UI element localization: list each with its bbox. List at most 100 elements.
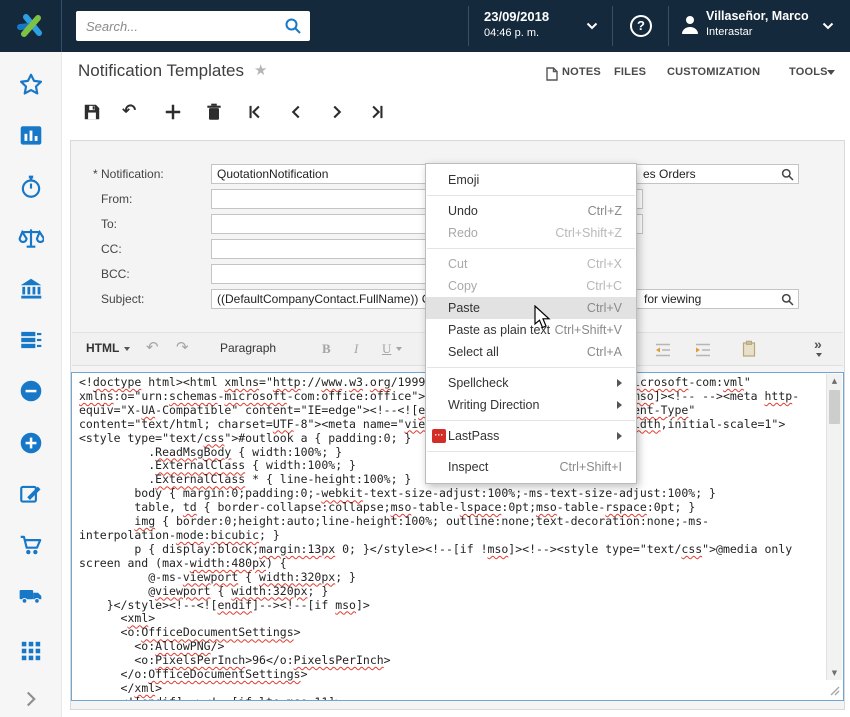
italic-button[interactable]: I [354,341,358,357]
topbar-separator [468,6,469,46]
code-line: <![endif]--><!--[if lte mso 11]> [79,696,820,700]
underline-button[interactable]: U [382,341,391,357]
topbar-separator [612,6,613,46]
customization-link[interactable]: CUSTOMIZATION [667,66,760,78]
editor-redo-button[interactable]: ↷ [176,338,189,356]
code-line: @-ms-viewport { width:320px; } [79,571,820,585]
lookup-icon[interactable] [781,293,794,306]
submenu-arrow-icon [617,432,622,440]
global-search-input[interactable]: Search... [76,11,310,41]
lastpass-icon: ··· [432,429,446,443]
expand-chevron-icon[interactable] [18,686,44,712]
code-line: body { margin:0;padding:0;-webkit-text-s… [79,487,820,501]
menu-item-redo[interactable]: RedoCtrl+Shift+Z [426,222,636,244]
scroll-down-icon[interactable]: ▼ [827,666,842,680]
notes-link[interactable]: NOTES [562,66,601,78]
editor-scrollbar[interactable]: ▲ ▼ [826,374,842,680]
submenu-arrow-icon [617,379,622,387]
clipboard-paste-icon[interactable] [740,340,758,358]
last-record-button[interactable] [367,102,387,122]
menu-item-label: Redo [448,222,478,244]
user-company: Interastar [706,26,752,38]
menu-item-select-all[interactable]: Select allCtrl+A [426,341,636,363]
subject-label: Subject: [101,292,144,306]
menu-item-inspect[interactable]: InspectCtrl+Shift+I [426,456,636,478]
menu-item-label: Writing Direction [448,394,539,416]
menu-item-lastpass[interactable]: ···LastPass [426,425,636,447]
mouse-cursor [534,305,552,331]
menu-item-label: Select all [448,341,499,363]
date-chevron-down-icon[interactable] [586,22,598,30]
menu-item-label: Cut [448,253,467,275]
delivery-truck-icon[interactable] [18,583,44,609]
increase-indent-icon[interactable] [694,341,712,359]
menu-item-emoji[interactable]: Emoji [426,169,636,191]
menu-shortcut: Ctrl+V [587,297,622,319]
editor-mode-chevron-down-icon [124,347,130,351]
save-button[interactable] [82,102,102,122]
screen-lookup-value: es Orders [643,167,696,181]
textarea-resize-grip[interactable] [828,684,840,696]
scrollbar-thumb[interactable] [829,390,840,424]
decrease-indent-icon[interactable] [654,341,672,359]
menu-item-copy[interactable]: CopyCtrl+C [426,275,636,297]
menu-item-label: Copy [448,275,477,297]
undo-button[interactable]: ↶ [122,102,142,122]
paragraph-style-dropdown[interactable]: Paragraph [220,341,276,355]
previous-record-button[interactable] [286,102,306,122]
first-record-button[interactable] [245,102,265,122]
user-icon[interactable] [680,14,700,36]
menu-item-cut[interactable]: CutCtrl+X [426,253,636,275]
add-record-button[interactable] [163,102,183,122]
code-line: <o:OfficeDocumentSettings> [79,626,820,640]
menu-item-spellcheck[interactable]: Spellcheck [426,372,636,394]
time-stopwatch-icon[interactable] [18,174,44,200]
user-chevron-down-icon[interactable] [822,22,834,30]
code-line: </xml> [79,682,820,696]
menu-item-label: Emoji [448,169,479,191]
notes-icon[interactable] [546,67,558,81]
browser-context-menu: Emoji UndoCtrl+ZRedoCtrl+Shift+Z CutCtrl+X… [425,163,637,484]
lookup-icon[interactable] [781,168,794,181]
bank-icon[interactable] [18,276,44,302]
user-name[interactable]: Villaseñor, Marco [706,9,809,23]
help-icon[interactable]: ? [630,15,652,37]
plus-circle-icon[interactable] [18,430,44,456]
dashboards-icon[interactable] [18,123,44,149]
menu-separator [427,195,635,196]
next-record-button[interactable] [327,102,347,122]
current-date[interactable]: 23/09/2018 [484,9,549,24]
app-logo[interactable] [0,0,62,52]
menu-item-writing-direction[interactable]: Writing Direction [426,394,636,416]
search-icon[interactable] [284,17,302,35]
menu-item-paste[interactable]: PasteCtrl+V [426,297,636,319]
tools-link[interactable]: TOOLS [789,66,828,78]
current-time[interactable]: 04:46 p. m. [484,27,539,39]
code-line: p { display:block;margin:13px 0; }</styl… [79,543,820,557]
menu-shortcut: Ctrl+Shift+I [559,456,622,478]
compose-edit-icon[interactable] [18,481,44,507]
underline-chevron-down-icon [396,347,402,351]
scroll-up-icon[interactable]: ▲ [827,374,842,388]
favorite-toggle-star-icon[interactable]: ★ [254,61,267,79]
subject-value-end: for viewing [644,290,701,308]
files-link[interactable]: FILES [614,66,646,78]
minus-circle-icon[interactable] [18,378,44,404]
rows-list-icon[interactable] [18,327,44,353]
scales-icon[interactable] [18,225,44,251]
bold-button[interactable]: B [322,341,331,357]
shopping-cart-icon[interactable] [18,532,44,558]
toolbar-overflow-chevron-icon [816,353,822,357]
tools-chevron-down-icon [827,70,835,75]
apps-grid-icon[interactable] [18,638,44,664]
menu-item-undo[interactable]: UndoCtrl+Z [426,200,636,222]
favorites-star-icon[interactable] [18,72,44,98]
menu-item-paste-as-plain-text[interactable]: Paste as plain textCtrl+Shift+V [426,319,636,341]
code-line: table, td { border-collapse:collapse;mso… [79,501,820,515]
code-line: </o:OfficeDocumentSettings> [79,668,820,682]
delete-record-button[interactable] [204,102,224,122]
menu-shortcut: Ctrl+Z [588,200,622,222]
editor-mode-dropdown[interactable]: HTML [86,341,119,355]
editor-undo-button[interactable]: ↶ [146,338,159,356]
toolbar-overflow-button[interactable]: » [814,336,822,352]
